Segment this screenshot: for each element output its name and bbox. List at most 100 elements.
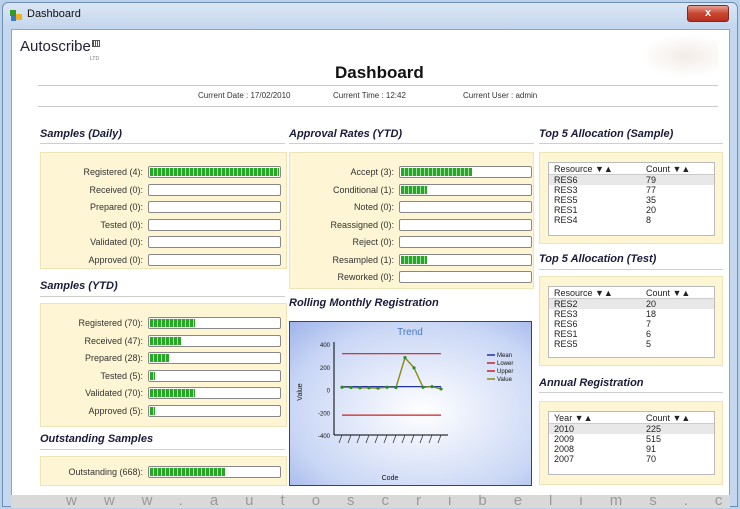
legend-item: Upper [497, 369, 513, 375]
progress-bar-fill [401, 185, 427, 194]
x-tick-label [392, 434, 397, 444]
progress-bar-fill [401, 168, 472, 176]
sort-column-1[interactable]: Year ▼▲ [554, 413, 593, 423]
samples-daily-title: Samples (Daily) [40, 128, 122, 140]
divider [539, 143, 723, 144]
progress-row: Reworked (0): [290, 271, 533, 284]
progress-row: Resampled (1): [290, 253, 533, 267]
x-tick-label [338, 434, 343, 444]
table-row[interactable]: RES5 5 [549, 339, 714, 349]
progress-row: Registered (70): [41, 317, 286, 330]
progress-bar [148, 183, 281, 196]
progress-label: Conditional (1): [332, 184, 394, 195]
app-icon [10, 10, 22, 21]
progress-label: Reworked (0): [337, 272, 394, 282]
progress-bar [148, 387, 281, 399]
progress-bar [399, 253, 532, 266]
table-row[interactable]: RES6 79 [549, 175, 714, 185]
divider [539, 392, 723, 393]
table-row[interactable]: RES4 8 [549, 215, 714, 225]
progress-row: Conditional (1): [290, 183, 533, 197]
progress-bar-fill [150, 168, 279, 176]
table-row[interactable]: 2009 515 [549, 434, 714, 444]
table-cell: 7 [646, 319, 652, 329]
table-header[interactable]: Year ▼▲ Count ▼▲ [549, 412, 714, 424]
x-tick-label [401, 434, 406, 444]
table-row[interactable]: 2007 70 [549, 454, 714, 464]
table-cell: RES5 [554, 339, 578, 349]
divider [40, 296, 285, 297]
progress-bar [148, 236, 281, 248]
table-cell: RES5 [554, 195, 578, 205]
sort-column-2[interactable]: Count ▼▲ [646, 288, 690, 298]
progress-bar-fill [150, 406, 155, 415]
legend-item: Mean [497, 353, 512, 359]
sort-column-2[interactable]: Count ▼▲ [646, 164, 690, 174]
divider [40, 449, 285, 450]
table-cell: 20 [646, 205, 657, 215]
table-row[interactable]: RES3 18 [549, 309, 714, 319]
table-cell: 5 [646, 339, 652, 349]
progress-label: Outstanding (668): [68, 467, 143, 477]
legend-item: Value [497, 377, 513, 383]
table-header[interactable]: Resource ▼▲ Count ▼▲ [549, 163, 714, 175]
progress-bar [399, 236, 532, 248]
current-time: Current Time : 12:42 [333, 91, 406, 100]
table-cell: 225 [646, 424, 662, 434]
progress-bar [148, 369, 281, 382]
x-tick-label [410, 434, 415, 444]
table-row[interactable]: 2008 91 [549, 444, 714, 454]
x-tick-label [437, 434, 442, 444]
table-row[interactable]: 2010 225 [549, 424, 714, 434]
table-row[interactable]: RES6 7 [549, 319, 714, 329]
sort-column-1[interactable]: Resource ▼▲ [554, 164, 613, 174]
progress-row: Tested (5): [41, 369, 286, 383]
series-line-value [341, 356, 442, 390]
current-user: Current User : admin [463, 91, 538, 100]
progress-bar [148, 201, 281, 213]
progress-bar-fill [150, 389, 195, 397]
progress-label: Tested (0): [100, 219, 143, 230]
app-window: Dashboard x Autoscribe LTD Dashboard Cur… [2, 2, 738, 508]
rolling-title: Rolling Monthly Registration [289, 297, 439, 309]
progress-bar [148, 466, 281, 478]
table-cell: RES3 [554, 309, 578, 319]
sort-column-2[interactable]: Count ▼▲ [646, 413, 690, 423]
progress-bar-fill [150, 371, 155, 380]
table-row[interactable]: RES1 6 [549, 329, 714, 339]
table-cell: 91 [646, 444, 657, 454]
title-bar[interactable]: Dashboard x [3, 3, 737, 27]
table-row[interactable]: RES5 35 [549, 195, 714, 205]
progress-bar [148, 404, 281, 417]
divider [38, 106, 718, 107]
progress-label: Tested (5): [100, 370, 143, 381]
outstanding-panel: Outstanding (668): [40, 456, 287, 486]
table-row[interactable]: RES3 77 [549, 185, 714, 195]
divider [289, 143, 534, 144]
progress-row: Reject (0): [290, 236, 533, 249]
x-tick-label [428, 434, 433, 444]
table-row[interactable]: RES1 20 [549, 205, 714, 215]
progress-row: Reassigned (0): [290, 218, 533, 232]
progress-label: Registered (70): [78, 318, 143, 328]
sort-column-1[interactable]: Resource ▼▲ [554, 288, 613, 298]
value-point [394, 385, 398, 390]
table-header[interactable]: Resource ▼▲ Count ▼▲ [549, 287, 714, 299]
progress-bar-fill [150, 336, 181, 345]
table-cell: RES6 [554, 319, 578, 329]
progress-label: Reject (0): [352, 237, 394, 247]
x-tick-label [356, 434, 361, 444]
progress-bar-fill [150, 354, 169, 362]
table-row[interactable]: RES2 20 [549, 299, 714, 309]
progress-bar-fill [150, 468, 225, 476]
progress-bar [399, 271, 532, 283]
legend-item: Lower [497, 361, 513, 367]
logo-text: Autoscribe [20, 38, 91, 55]
progress-row: Noted (0): [290, 201, 533, 214]
progress-row: Outstanding (668): [41, 466, 286, 479]
progress-row: Registered (4): [41, 166, 286, 179]
value-point [340, 385, 344, 389]
window-title: Dashboard [27, 8, 81, 20]
close-button[interactable]: x [687, 5, 729, 22]
dashboard-client: Autoscribe LTD Dashboard Current Date : … [11, 29, 730, 497]
